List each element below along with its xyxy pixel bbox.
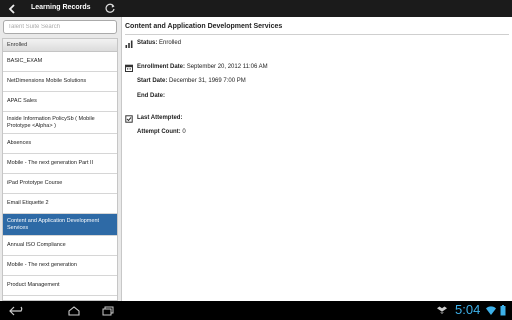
title-divider [125, 34, 509, 35]
status-clock: 5:04 [455, 302, 481, 317]
calendar-icon [125, 64, 133, 72]
attempt-count-label: Attempt Count: [137, 129, 181, 135]
list-item[interactable]: Mobile - The next generation Part II [3, 154, 117, 174]
list-item-label: Absences [7, 140, 32, 146]
app-title: Learning Records [31, 4, 91, 11]
list-item-label: APAC Sales [7, 98, 37, 104]
end-date-label: End Date: [137, 93, 166, 99]
wifi-status [486, 304, 496, 317]
recent-apps-icon [102, 306, 114, 315]
back-button[interactable] [0, 0, 22, 17]
left-panel: Enrolled BASIC_EXAM NetDimensions Mobile… [0, 17, 121, 301]
list-item[interactable]: Mobile - The next generation [3, 256, 117, 276]
battery-icon [500, 305, 505, 316]
status-label: Status: [137, 40, 158, 46]
list-item-label: Product Management [7, 282, 60, 288]
refresh-button[interactable] [103, 2, 117, 15]
wifi-icon [486, 306, 496, 315]
list-item[interactable]: APAC Sales [3, 92, 117, 112]
status-value: Enrolled [159, 40, 182, 46]
home-icon [68, 305, 80, 316]
list-item-label: Annual ISO Compliance [7, 242, 66, 248]
list-item-label: Inside Information PolicySb ( Mobile Pro… [7, 115, 95, 129]
list-item-selected[interactable]: Content and Application Development Serv… [3, 214, 117, 236]
checklist-icon [125, 115, 133, 123]
list-item-label: Content and Application Development Serv… [7, 217, 100, 231]
detail-panel: Content and Application Development Serv… [122, 17, 512, 301]
list-item[interactable]: Absences [3, 134, 117, 154]
end-date-field: End Date: [137, 93, 165, 99]
start-date-field: Start Date: December 31, 1969 7:00 PM [137, 78, 246, 84]
learning-records-list[interactable]: Enrolled BASIC_EXAM NetDimensions Mobile… [2, 38, 118, 301]
nav-home-button[interactable] [64, 304, 84, 317]
last-attempted-field: Last Attempted: [137, 115, 182, 121]
system-navigation-bar [0, 301, 512, 320]
list-item-label: BASIC_EXAM [7, 58, 43, 64]
attempt-count-value: 0 [182, 129, 186, 135]
status-field: Status: Enrolled [137, 40, 181, 46]
list-item-label: Mobile - The next generation [7, 262, 77, 268]
nav-back-icon [9, 306, 23, 315]
dropbox-icon [437, 306, 447, 314]
enrollment-date-label: Enrollment Date: [137, 64, 186, 70]
notification-area[interactable] [436, 304, 448, 317]
list-item[interactable]: Inside Information PolicySb ( Mobile Pro… [3, 112, 117, 134]
status-bars-icon [125, 40, 133, 48]
list-item[interactable]: Email Etiquette 2 [3, 194, 117, 214]
nav-back-button[interactable] [8, 304, 28, 317]
action-bar: Learning Records [0, 0, 512, 17]
list-item[interactable]: NetDimensions Mobile Solutions [3, 72, 117, 92]
list-item[interactable]: iPad Prototype Course [3, 174, 117, 194]
detail-title: Content and Application Development Serv… [125, 23, 283, 30]
list-item-label: NetDimensions Mobile Solutions [7, 78, 87, 84]
nav-recent-apps-button[interactable] [98, 304, 118, 317]
back-arrow-icon [8, 3, 15, 14]
list-item-label: Mobile - The next generation Part II [7, 160, 94, 166]
battery-status [499, 304, 506, 317]
list-item-label: Email Etiquette 2 [7, 200, 49, 206]
attempt-count-field: Attempt Count: 0 [137, 129, 186, 135]
enrollment-date-value: September 20, 2012 11:06 AM [186, 64, 268, 70]
enrollment-date-field: Enrollment Date: September 20, 2012 11:0… [137, 64, 268, 70]
start-date-label: Start Date: [137, 78, 168, 84]
list-item[interactable]: Annual ISO Compliance [3, 236, 117, 256]
list-item[interactable]: Product Management [3, 276, 117, 296]
section-header-enrolled: Enrolled [3, 39, 117, 52]
search-box[interactable] [3, 20, 117, 34]
last-attempted-label: Last Attempted: [137, 115, 183, 121]
start-date-value: December 31, 1969 7:00 PM [169, 78, 246, 84]
refresh-icon [105, 3, 115, 13]
list-item[interactable]: BASIC_EXAM [3, 52, 117, 72]
list-item-label: iPad Prototype Course [7, 180, 63, 186]
search-input[interactable] [4, 21, 116, 33]
